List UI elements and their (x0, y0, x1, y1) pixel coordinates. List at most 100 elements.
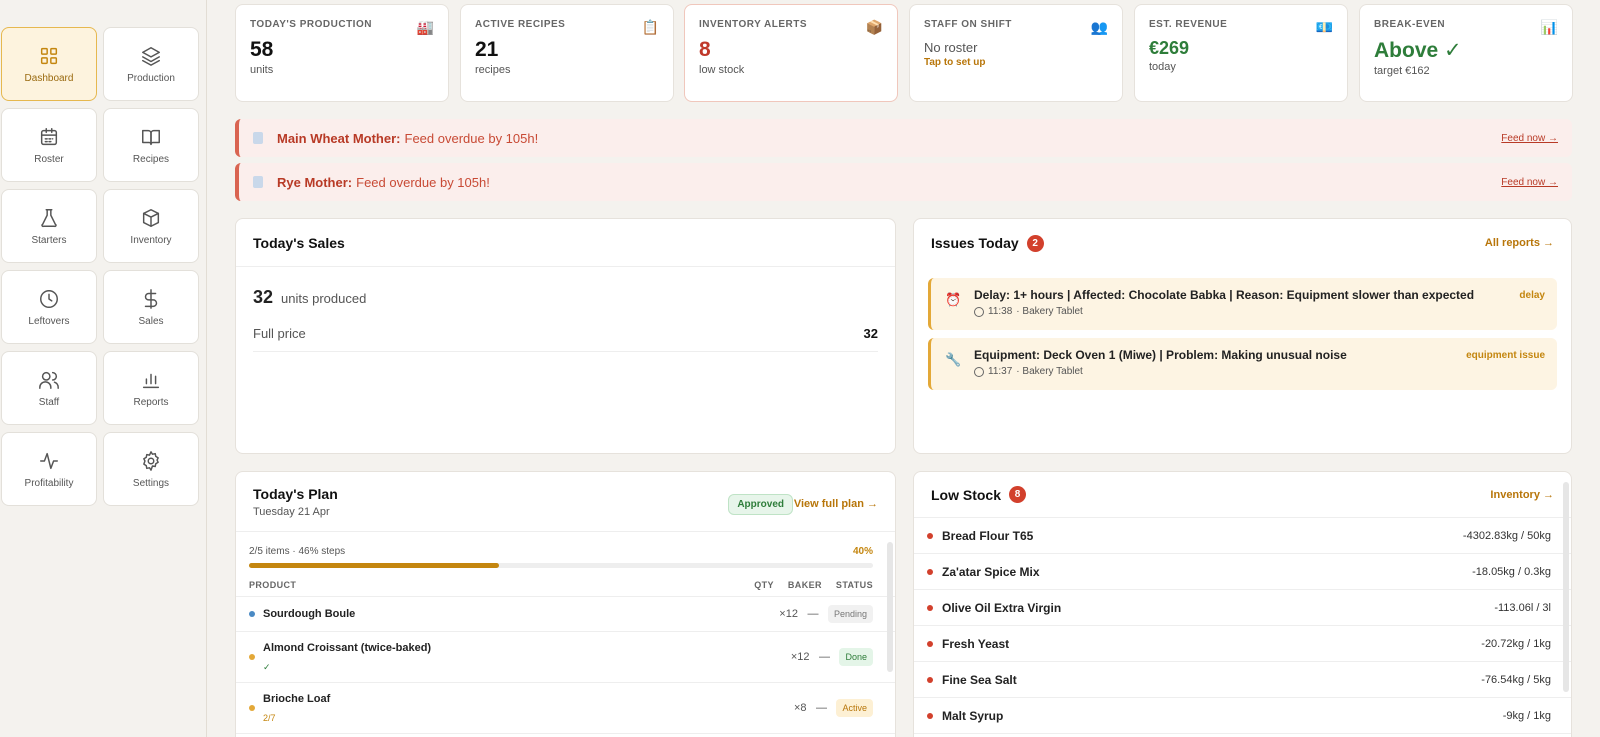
issues-panel: Issues Today 2 All reports → ⏰ Delay: 1+… (913, 218, 1572, 454)
sidebar-item-profitability[interactable]: Profitability (1, 432, 97, 506)
starter-alert-banner: Main Wheat Mother: Feed overdue by 105h!… (235, 119, 1572, 157)
full-price-row: Full price 32 (253, 326, 878, 352)
low-stock-item[interactable]: Fine Sea Salt -76.54kg / 5kg (914, 662, 1571, 698)
starter-alert-banner: Rye Mother: Feed overdue by 105h! Feed n… (235, 163, 1572, 201)
plan-row-main: Sourdough Boule (263, 608, 774, 620)
kpi-value: 58 (250, 38, 274, 61)
inventory-link[interactable]: Inventory → (1490, 489, 1554, 501)
plan-row[interactable]: Sourdough Boule ×12 — Pending (236, 597, 895, 632)
sidebar-item-label: Settings (132, 477, 170, 489)
alert-dot (927, 532, 933, 539)
issue-item[interactable]: ⏰ Delay: 1+ hours | Affected: Chocolate … (928, 278, 1557, 330)
issue-time: 11:38 (988, 306, 1013, 317)
sales-panel: Today's Sales 32 units produced Full pri… (235, 218, 896, 454)
sidebar-item-inventory[interactable]: Inventory (103, 189, 199, 263)
alert-dot (927, 604, 933, 611)
sidebar-item-label: Roster (34, 153, 64, 165)
status-badge: Done (839, 648, 873, 666)
issues-header: Issues Today 2 All reports → (914, 219, 1571, 267)
activity-icon (40, 452, 58, 469)
feed-now-link[interactable]: Feed now → (1501, 133, 1558, 144)
factory-icon: 🏭 (416, 19, 434, 35)
sidebar-item-production[interactable]: Production (103, 27, 199, 101)
low-stock-item[interactable]: Za'atar Spice Mix -18.05kg / 0.3kg (914, 554, 1571, 590)
issue-text: Delay: 1+ hours | Affected: Chocolate Ba… (974, 288, 1475, 302)
sidebar-item-sales[interactable]: Sales (103, 270, 199, 344)
clock-icon (40, 289, 58, 308)
sidebar-item-leftovers[interactable]: Leftovers (1, 270, 97, 344)
book-icon (142, 129, 160, 145)
view-full-plan-link[interactable]: View full plan → (794, 498, 878, 510)
issue-item[interactable]: 🔧 Equipment: Deck Oven 1 (Miwe) | Proble… (928, 338, 1557, 390)
plan-progress-summary: 2/5 items · 46% steps 40% (236, 532, 895, 557)
kpi-active-recipes[interactable]: ACTIVE RECIPES 📋 21 recipes (460, 4, 674, 102)
status-dot (249, 654, 255, 660)
sales-header: Today's Sales (236, 219, 895, 267)
sidebar-item-starters[interactable]: Starters (1, 189, 97, 263)
sidebar-item-label: Starters (31, 234, 67, 246)
clock-icon (974, 366, 984, 377)
scrollbar[interactable] (1563, 482, 1569, 692)
setup-roster-link[interactable]: Tap to set up (924, 57, 1108, 68)
kpi-staff-on-shift[interactable]: STAFF ON SHIFT 👥 No roster Tap to set up (909, 4, 1123, 102)
jar-icon (253, 132, 263, 144)
sidebar-item-recipes[interactable]: Recipes (103, 108, 199, 182)
item-qty: -9kg / 1kg (1502, 709, 1551, 722)
jar-icon (253, 176, 263, 188)
sidebar-item-label: Production (127, 72, 175, 84)
item-name: Malt Syrup (942, 708, 1004, 723)
issue-tag: delay (1519, 290, 1545, 301)
product-name: Brioche Loaf (263, 693, 331, 705)
sidebar-item-staff[interactable]: Staff (1, 351, 97, 425)
plan-row[interactable]: Brioche Loaf 2/7 ×8 — Active (236, 683, 895, 734)
plan-row[interactable]: Almond Croissant (twice-baked) ✓ ×12 — D… (236, 632, 895, 683)
kpi-inventory-alerts[interactable]: INVENTORY ALERTS 📦 8 low stock (684, 4, 898, 102)
clock-icon (974, 306, 984, 317)
item-qty: -4302.83kg / 50kg (1462, 529, 1551, 542)
issue-meta: 11:38 · Bakery Tablet (974, 306, 1545, 317)
column-baker: BAKER (787, 580, 822, 590)
sidebar-item-dashboard[interactable]: Dashboard (1, 27, 97, 101)
sidebar-item-label: Leftovers (28, 315, 70, 327)
layers-icon (142, 46, 160, 66)
scrollbar[interactable] (887, 542, 893, 672)
users-icon (39, 371, 59, 389)
alert-dot (927, 712, 933, 719)
product-baker: — (815, 702, 827, 714)
kpi-value: No roster (924, 40, 978, 55)
item-qty: -76.54kg / 5kg (1481, 673, 1551, 686)
kpi-break-even[interactable]: BREAK-EVEN 📊 Above ✓ target €162 (1359, 4, 1573, 102)
issue-meta: 11:37 · Bakery Tablet (974, 366, 1545, 377)
alert-dot (927, 640, 933, 647)
kpi-value: Above ✓ (1374, 39, 1462, 62)
step-progress: 2/7 (263, 713, 276, 723)
box-icon (142, 208, 160, 227)
low-stock-item[interactable]: Fresh Yeast -20.72kg / 1kg (914, 626, 1571, 662)
sidebar-item-label: Sales (138, 315, 164, 327)
low-stock-item[interactable]: Malt Syrup -9kg / 1kg (914, 698, 1571, 734)
feed-now-link[interactable]: Feed now → (1501, 177, 1558, 188)
kpi-est-revenue[interactable]: EST. REVENUE 💶 €269 today (1134, 4, 1348, 102)
sidebar-item-reports[interactable]: Reports (103, 351, 199, 425)
item-qty: -20.72kg / 1kg (1481, 637, 1551, 650)
status-dot (249, 611, 255, 617)
item-name: Fresh Yeast (942, 636, 1010, 651)
low-stock-item[interactable]: Bread Flour T65 -4302.83kg / 50kg (914, 518, 1571, 554)
product-qty: ×8 (793, 702, 807, 714)
alert-dot (927, 568, 933, 575)
sidebar-item-roster[interactable]: Roster (1, 108, 97, 182)
kpi-todays-production[interactable]: TODAY'S PRODUCTION 🏭 58 units (235, 4, 449, 102)
units-value: 32 (253, 287, 274, 307)
progress-bar-fill (249, 563, 499, 568)
kpi-sub: recipes (475, 64, 511, 76)
low-stock-item[interactable]: Olive Oil Extra Virgin -113.06l / 3l (914, 590, 1571, 626)
units-produced: 32 units produced (236, 267, 895, 308)
alert-message: Feed overdue by 105h! (356, 174, 490, 190)
kpi-sub: low stock (699, 64, 745, 76)
product-name: Sourdough Boule (263, 608, 356, 620)
alert-message: Feed overdue by 105h! (404, 130, 539, 146)
status-badge: Approved (728, 494, 793, 515)
all-reports-link[interactable]: All reports → (1485, 237, 1554, 249)
kpi-label: INVENTORY ALERTS (699, 19, 808, 30)
sidebar-item-settings[interactable]: Settings (103, 432, 199, 506)
